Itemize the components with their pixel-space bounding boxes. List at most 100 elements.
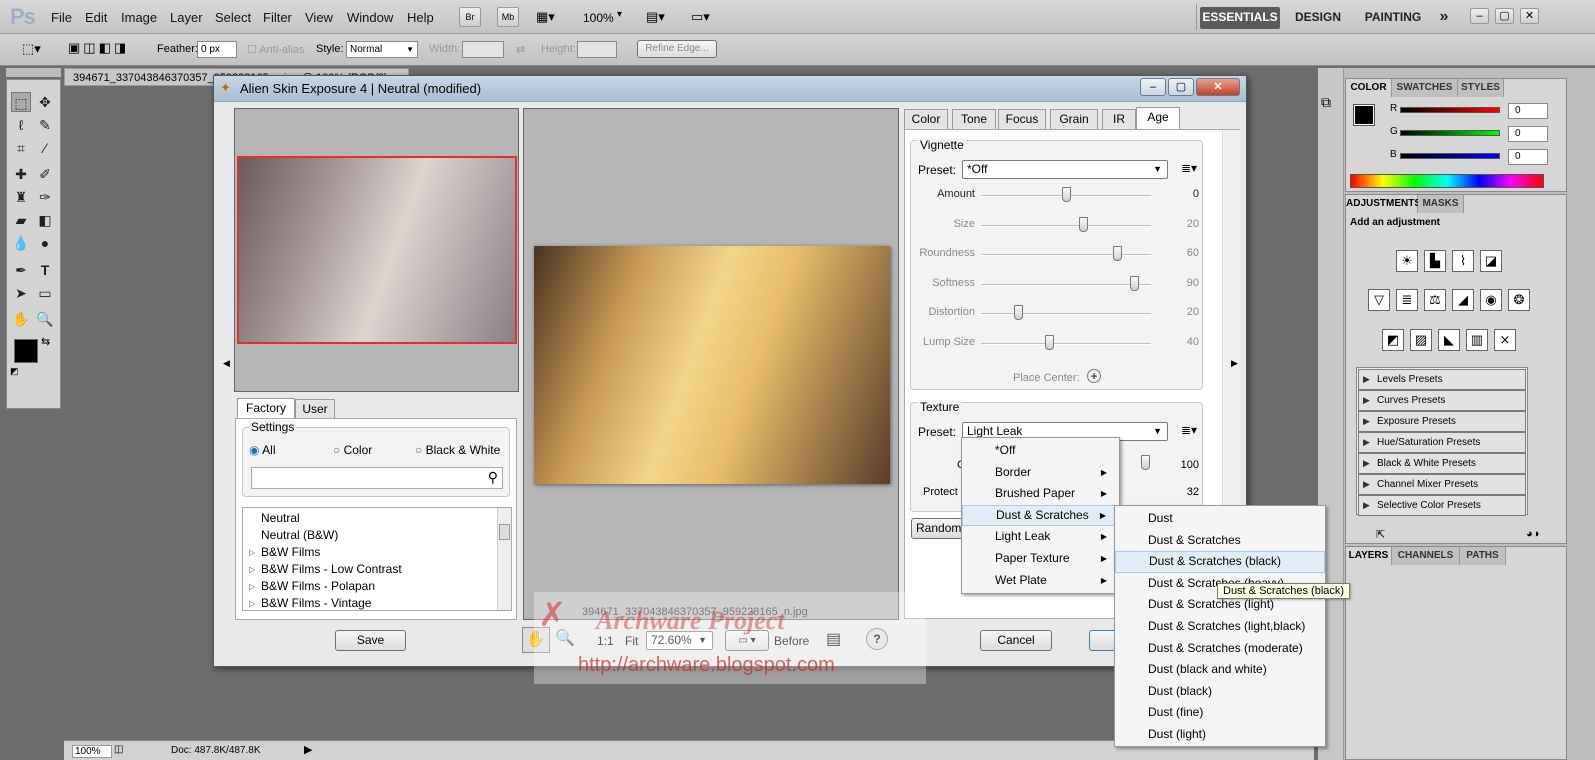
restore-app-icon[interactable]: ▢: [1495, 8, 1514, 24]
collapse-right-icon[interactable]: ▶: [1231, 358, 1238, 369]
swap-colors-icon[interactable]: ⇆: [41, 335, 50, 348]
color-fg-swatch[interactable]: [1353, 104, 1375, 126]
style-select[interactable]: Normal ▼: [346, 41, 418, 58]
menu-view[interactable]: View: [305, 10, 333, 25]
preset-selective-color[interactable]: ▶ Selective Color Presets: [1358, 495, 1526, 516]
threshold-icon[interactable]: ◣: [1438, 329, 1460, 351]
dodge-tool-icon[interactable]: ●: [35, 233, 55, 253]
submenu-item-highlighted[interactable]: Dust & Scratches (black): [1115, 551, 1325, 573]
submenu-item[interactable]: Dust & Scratches: [1115, 530, 1325, 552]
hand-tool-icon[interactable]: ✋: [11, 309, 31, 329]
photo-filter-icon[interactable]: ◉: [1480, 289, 1502, 311]
brightness-icon[interactable]: ☀: [1396, 250, 1418, 272]
menu-item-light-leak[interactable]: Light Leak ▶: [962, 526, 1119, 548]
bridge-button[interactable]: Br: [459, 7, 481, 27]
filter-bw-radio[interactable]: ○ Black & White: [415, 443, 500, 457]
quick-select-tool-icon[interactable]: ✎: [35, 115, 55, 135]
clone-stamp-tool-icon[interactable]: ♜: [11, 187, 31, 207]
preset-black-white[interactable]: ▶ Black & White Presets: [1358, 453, 1526, 474]
posterize-icon[interactable]: ▨: [1410, 329, 1432, 351]
crop-tool-icon[interactable]: ⌗: [11, 138, 31, 158]
rectangle-tool-icon[interactable]: ▭: [35, 283, 55, 303]
menu-edit[interactable]: Edit: [85, 10, 107, 25]
tab-adjustments[interactable]: ADJUSTMENTS: [1346, 195, 1421, 213]
screen-mode-icon[interactable]: ▭▾: [691, 9, 710, 25]
thumbnail-preview[interactable]: [234, 108, 519, 392]
eraser-tool-icon[interactable]: ▰: [11, 210, 31, 230]
tab-masks[interactable]: MASKS: [1418, 195, 1464, 213]
slider-track[interactable]: [981, 283, 1151, 286]
pen-tool-icon[interactable]: ✒: [11, 260, 31, 280]
brush-tool-icon[interactable]: ✐: [35, 164, 55, 184]
collapse-left-icon[interactable]: ◀: [223, 358, 230, 369]
exposure-icon[interactable]: ◪: [1480, 250, 1502, 272]
menu-item-off[interactable]: *Off: [962, 440, 1119, 462]
slider-track[interactable]: [981, 342, 1151, 345]
adjustment-options-icon[interactable]: ◕◑: [1526, 528, 1539, 540]
tab-grain[interactable]: Grain: [1050, 109, 1098, 129]
random-seed-button[interactable]: Random Se: [911, 518, 967, 539]
marquee-tool-icon[interactable]: ⬚: [11, 92, 31, 112]
thumbnail-image[interactable]: [237, 156, 517, 344]
close-app-icon[interactable]: ✕: [1520, 8, 1539, 24]
preview-image[interactable]: [534, 246, 890, 484]
tab-age[interactable]: Age: [1136, 107, 1180, 129]
place-center-icon[interactable]: +: [1087, 369, 1101, 383]
tab-paths[interactable]: PATHS: [1460, 547, 1506, 565]
workspace-design[interactable]: DESIGN: [1289, 7, 1347, 29]
move-tool-icon[interactable]: ✥: [35, 92, 55, 112]
status-menu-icon[interactable]: ▶: [304, 743, 312, 756]
eyedropper-tool-icon[interactable]: ⁄: [35, 138, 55, 158]
tab-color[interactable]: Color: [904, 109, 948, 129]
preset-list-scrollbar[interactable]: [497, 508, 511, 610]
scrollbar-thumb[interactable]: [499, 524, 510, 540]
status-zoom[interactable]: 100%: [72, 745, 112, 758]
menu-item-border[interactable]: Border ▶: [962, 462, 1119, 484]
channel-mixer-icon[interactable]: ❂: [1508, 289, 1530, 311]
submenu-item[interactable]: Dust (fine): [1115, 702, 1325, 724]
preset-curves[interactable]: ▶ Curves Presets: [1358, 390, 1526, 411]
gradient-tool-icon[interactable]: ◧: [35, 210, 55, 230]
main-preview[interactable]: 394671_337043846370357_959228165_n.jpg: [523, 108, 899, 620]
menu-item-brushed-paper[interactable]: Brushed Paper ▶: [962, 483, 1119, 505]
swap-icon[interactable]: ⇄: [516, 43, 525, 56]
marquee-tool-preset-icon[interactable]: ⬚▾: [22, 41, 41, 57]
expand-icon[interactable]: ▷: [249, 595, 255, 612]
tab-factory[interactable]: Factory: [237, 398, 295, 420]
feather-input[interactable]: 0 px: [197, 41, 237, 58]
curves-icon[interactable]: ⌇: [1452, 250, 1474, 272]
hue-saturation-icon[interactable]: ≣: [1396, 289, 1418, 311]
path-selection-tool-icon[interactable]: ➤: [11, 283, 31, 303]
channel-r-input[interactable]: 0: [1508, 103, 1548, 119]
cancel-button[interactable]: Cancel: [980, 630, 1052, 651]
blur-tool-icon[interactable]: 💧: [11, 233, 31, 253]
gradient-map-icon[interactable]: ▥: [1466, 329, 1488, 351]
filter-all-radio[interactable]: ◉ All: [249, 443, 276, 457]
minibridge-button[interactable]: Mb: [497, 7, 519, 27]
color-spectrum-bar[interactable]: [1350, 174, 1544, 188]
zoom-dropdown-icon[interactable]: ▾: [617, 9, 622, 20]
menu-item-wet-plate[interactable]: Wet Plate ▶: [962, 570, 1119, 592]
list-item[interactable]: ▷ B&W Films - Low Contrast: [243, 561, 497, 578]
submenu-item[interactable]: Dust: [1115, 508, 1325, 530]
texture-menu-icon[interactable]: ≣▾: [1181, 423, 1197, 437]
submenu-item[interactable]: Dust & Scratches (moderate): [1115, 638, 1325, 660]
selective-color-icon[interactable]: ⨯: [1494, 329, 1516, 351]
channel-b-slider[interactable]: [1400, 153, 1500, 159]
healing-brush-tool-icon[interactable]: ✚: [11, 164, 31, 184]
submenu-item[interactable]: Dust (light): [1115, 724, 1325, 746]
history-panel-icon[interactable]: ⧉: [1321, 94, 1331, 111]
menu-layer[interactable]: Layer: [170, 10, 203, 25]
vignette-preset-select[interactable]: *Off ▼: [962, 160, 1168, 179]
slider-track[interactable]: [981, 224, 1151, 227]
default-colors-icon[interactable]: ◩: [10, 366, 19, 377]
list-item[interactable]: ▷ B&W Films - Vintage: [243, 595, 497, 612]
more-workspaces-icon[interactable]: »: [1436, 7, 1452, 29]
return-adjustment-icon[interactable]: ⇱: [1376, 528, 1385, 541]
width-input[interactable]: [462, 41, 504, 58]
dialog-close-icon[interactable]: ✕: [1196, 78, 1240, 96]
menu-filter[interactable]: Filter: [263, 10, 292, 25]
dialog-minimize-icon[interactable]: –: [1140, 78, 1166, 96]
menu-item-dust-scratches[interactable]: Dust & Scratches ▶: [962, 504, 1119, 527]
workspace-essentials[interactable]: ESSENTIALS: [1200, 7, 1280, 29]
